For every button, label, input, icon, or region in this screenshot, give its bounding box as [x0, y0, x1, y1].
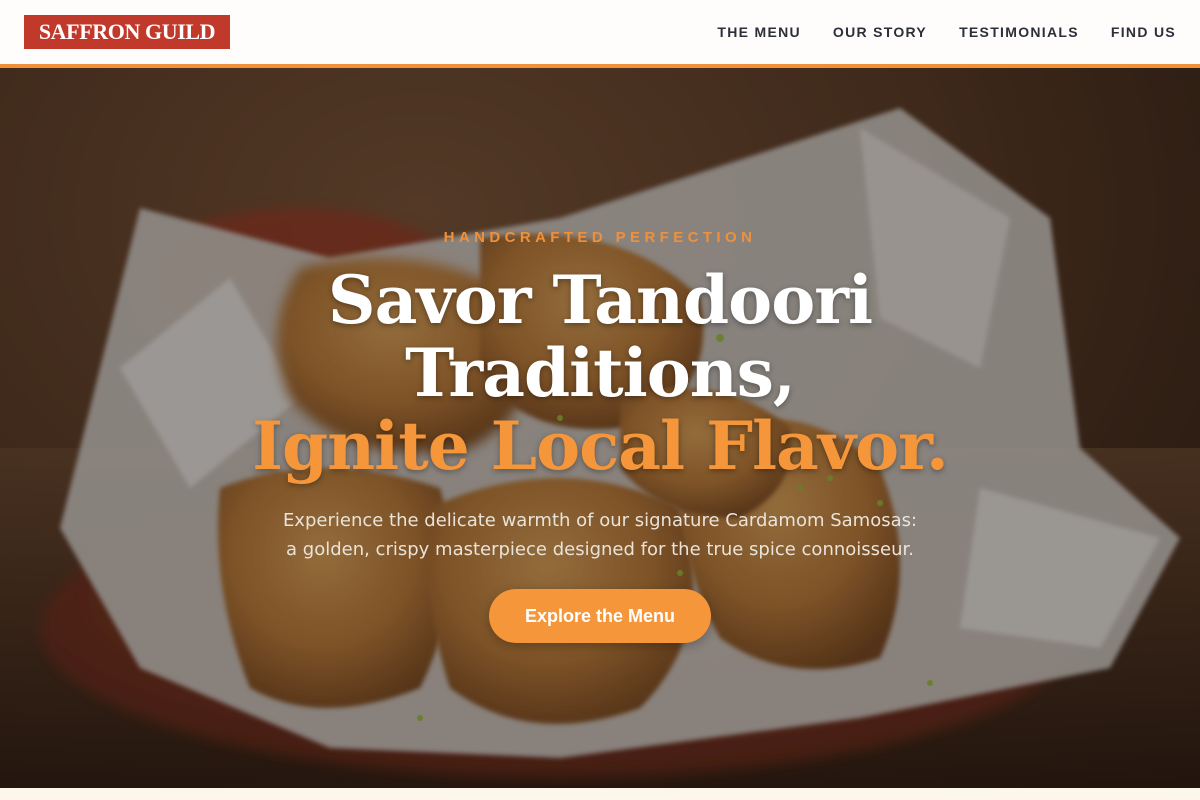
explore-menu-button[interactable]: Explore the Menu: [489, 589, 711, 643]
headline-line-2: Traditions,: [405, 334, 796, 412]
logo[interactable]: SAFFRON GUILD: [24, 15, 230, 49]
next-section-edge: [0, 788, 1200, 800]
hero-content: HANDCRAFTED PERFECTION Savor Tandoori Tr…: [0, 68, 1200, 788]
main-nav: THE MENU OUR STORY TESTIMONIALS FIND US: [717, 0, 1176, 64]
hero-subtext: Experience the delicate warmth of our si…: [282, 510, 918, 560]
hero-headline: Savor Tandoori Traditions, Ignite Local …: [0, 264, 1200, 483]
site-header: SAFFRON GUILD THE MENU OUR STORY TESTIMO…: [0, 0, 1200, 68]
nav-link-testimonials[interactable]: TESTIMONIALS: [959, 24, 1079, 40]
hero-section: HANDCRAFTED PERFECTION Savor Tandoori Tr…: [0, 68, 1200, 788]
nav-link-menu[interactable]: THE MENU: [717, 24, 801, 40]
nav-link-our-story[interactable]: OUR STORY: [833, 24, 927, 40]
nav-link-find-us[interactable]: FIND US: [1111, 24, 1176, 40]
headline-line-1: Savor Tandoori: [327, 261, 873, 339]
headline-accent: Ignite Local Flavor.: [252, 407, 949, 485]
hero-eyebrow: HANDCRAFTED PERFECTION: [443, 229, 757, 246]
